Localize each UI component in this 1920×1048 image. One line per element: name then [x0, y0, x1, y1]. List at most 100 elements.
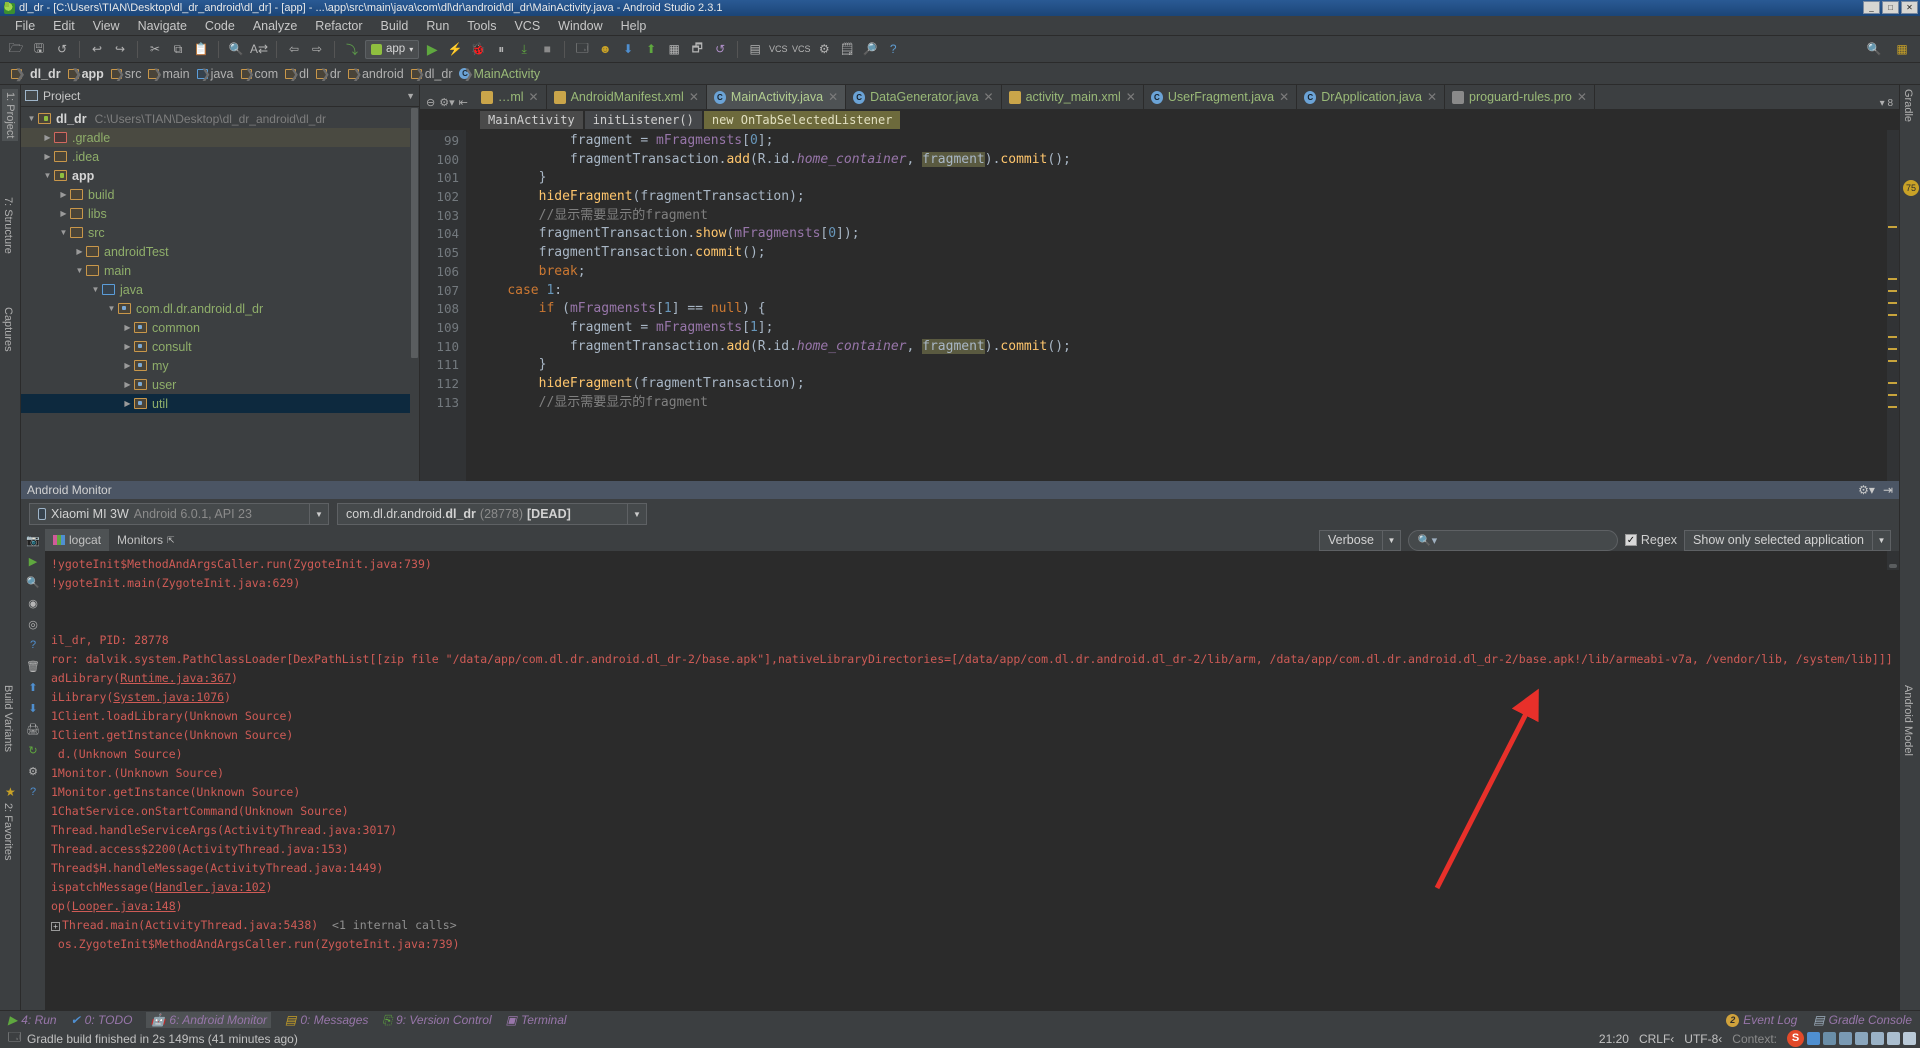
tree-row[interactable]: ▶ consult	[21, 337, 410, 356]
screenshot-icon[interactable]: 📷	[25, 533, 41, 547]
app-filter-selector[interactable]: Show only selected application ▼	[1684, 529, 1891, 551]
stack-link[interactable]: Runtime.java:367	[120, 671, 231, 685]
scrollbar-thumb[interactable]	[1889, 564, 1897, 569]
tool-window-android-monitor[interactable]: 🤖 6: Android Monitor	[146, 1012, 272, 1028]
tree-collapse-icon[interactable]: ▼	[25, 114, 38, 123]
code-line[interactable]: fragmentTransaction.commit();	[466, 244, 1899, 263]
tree-collapse-icon[interactable]: ▼	[73, 266, 86, 275]
clear-logcat-icon[interactable]: 🗑	[25, 659, 41, 673]
tool-window-todo[interactable]: ✔ 0: TODO	[71, 1013, 133, 1027]
layout-inspector-icon[interactable]: 🔍	[25, 575, 41, 589]
status-encoding[interactable]: UTF-8‹	[1684, 1032, 1722, 1046]
code-line[interactable]: fragment = mFragmensts[1];	[466, 319, 1899, 338]
logcat-scrollbar[interactable]	[1887, 551, 1899, 570]
sync-icon[interactable]: ↺	[52, 39, 72, 59]
tree-row[interactable]: ▶ common	[21, 318, 410, 337]
tree-row[interactable]: ▶ user	[21, 375, 410, 394]
run-icon[interactable]: ▶	[422, 39, 442, 59]
find-icon[interactable]: 🔍	[226, 39, 246, 59]
tree-expand-icon[interactable]: ▶	[121, 361, 134, 370]
run-configuration-selector[interactable]: app ▾	[365, 39, 420, 59]
ime-skin-icon[interactable]	[1887, 1032, 1900, 1045]
minimize-button[interactable]: _	[1863, 1, 1880, 14]
code-line[interactable]: fragmentTransaction.show(mFragmensts[0])…	[466, 225, 1899, 244]
scroll-down-icon[interactable]: ⬇	[25, 701, 41, 715]
tree-row[interactable]: ▼ app	[21, 166, 410, 185]
search-everywhere-right-icon[interactable]: 🔍	[1864, 39, 1884, 59]
breadcrumb-item-android[interactable]: android ❯	[345, 67, 407, 81]
log-line[interactable]: 1Monitor.(Unknown Source)	[51, 764, 1899, 783]
search-everywhere-icon[interactable]: 🔎	[860, 39, 880, 59]
code-line[interactable]: if (mFragmensts[1] == null) {	[466, 300, 1899, 319]
stack-link[interactable]: System.java:1076	[113, 690, 224, 704]
structure-crumb-anon[interactable]: new OnTabSelectedListener	[703, 111, 901, 129]
tool-window-event-log[interactable]: 2 Event Log	[1726, 1013, 1797, 1027]
log-line[interactable]: Thread$H.handleMessage(ActivityThread.ja…	[51, 859, 1899, 878]
ime-punct-icon[interactable]	[1823, 1032, 1836, 1045]
tree-collapse-icon[interactable]: ▼	[105, 304, 118, 313]
replace-icon[interactable]: A⇄	[249, 39, 269, 59]
log-line[interactable]: 1Monitor.getInstance(Unknown Source)	[51, 783, 1899, 802]
logcat-output[interactable]: !ygoteInit$MethodAndArgsCaller.run(Zygot…	[45, 551, 1899, 1010]
code-line[interactable]: fragmentTransaction.add(R.id.home_contai…	[466, 151, 1899, 170]
debug-icon[interactable]: 🐞	[468, 39, 488, 59]
tool-window-terminal[interactable]: ▣ Terminal	[506, 1013, 567, 1027]
tree-expand-icon[interactable]: ▶	[73, 247, 86, 256]
log-line[interactable]: Thread.access$2200(ActivityThread.java:1…	[51, 840, 1899, 859]
settings-gear-icon[interactable]: ⚙	[25, 764, 41, 778]
editor-tab-mainactivity[interactable]: C MainActivity.java ✕	[706, 85, 847, 109]
code-line[interactable]: //显示需要显示的fragment	[466, 207, 1899, 226]
tree-row[interactable]: ▼ dl_dr C:\Users\TIAN\Desktop\dl_dr_androi…	[21, 109, 410, 128]
open-icon[interactable]: 🗁	[6, 39, 26, 59]
close-tab-icon[interactable]: ✕	[1126, 90, 1136, 104]
tree-row[interactable]: ▶ .idea	[21, 147, 410, 166]
editor-tab-androidmanifest[interactable]: AndroidManifest.xml ✕	[546, 85, 707, 109]
breadcrumb-item-dl_dr-pkg[interactable]: dl_dr ❯	[408, 67, 456, 81]
system-info-icon[interactable]: ◉	[25, 596, 41, 610]
editor-source-text[interactable]: fragment = mFragmensts[0]; fragmentTrans…	[466, 130, 1899, 481]
commit-icon[interactable]: ⬆	[641, 39, 661, 59]
rail-tab-project[interactable]: 1: Project	[2, 89, 18, 142]
chevron-down-icon[interactable]: ▼	[1381, 530, 1400, 550]
log-line[interactable]: d.(Unknown Source)	[51, 745, 1899, 764]
log-level-selector[interactable]: Verbose ▼	[1319, 529, 1401, 551]
stop-icon[interactable]: ■	[537, 39, 557, 59]
tree-row[interactable]: ▼ src	[21, 223, 410, 242]
log-line[interactable]	[51, 612, 1899, 631]
log-line[interactable]: ispatchMessage(Handler.java:102)	[51, 878, 1899, 897]
revert-icon[interactable]: ↺	[710, 39, 730, 59]
tree-row[interactable]: ▼ com.dl.dr.android.dl_dr	[21, 299, 410, 318]
log-line[interactable]: op(Looper.java:148)	[51, 897, 1899, 916]
expand-stack-icon[interactable]: +	[51, 922, 60, 931]
device-monitor-icon[interactable]: 🗗	[687, 39, 707, 59]
breadcrumb-item-dl_dr-root[interactable]: dl_dr ❯	[8, 67, 64, 81]
tree-row[interactable]: ▶ .gradle	[21, 128, 410, 147]
close-tab-icon[interactable]: ✕	[828, 90, 838, 104]
editor-tab-datagenerator[interactable]: C DataGenerator.java ✕	[846, 85, 1002, 109]
menu-navigate[interactable]: Navigate	[129, 17, 196, 35]
code-line[interactable]: hideFragment(fragmentTransaction);	[466, 375, 1899, 394]
breadcrumb-item-com[interactable]: com ❯	[238, 67, 282, 81]
close-tab-icon[interactable]: ✕	[689, 90, 699, 104]
close-tab-icon[interactable]: ✕	[984, 90, 994, 104]
menu-code[interactable]: Code	[196, 17, 244, 35]
menu-file[interactable]: File	[6, 17, 44, 35]
menu-window[interactable]: Window	[549, 17, 611, 35]
close-tab-icon[interactable]: ✕	[1427, 90, 1437, 104]
device-selector[interactable]: Xiaomi MI 3W Android 6.0.1, API 23 ▼	[29, 503, 329, 525]
hide-panel-icon[interactable]: ⇥	[1883, 483, 1893, 497]
log-line[interactable]: 1Client.loadLibrary(Unknown Source)	[51, 707, 1899, 726]
vcs-icon-1[interactable]: VCS	[768, 39, 788, 59]
menu-analyze[interactable]: Analyze	[244, 17, 306, 35]
code-line[interactable]: }	[466, 169, 1899, 188]
screen-record-icon[interactable]: ▶	[25, 554, 41, 568]
menu-edit[interactable]: Edit	[44, 17, 84, 35]
tree-expand-icon[interactable]: ▶	[121, 399, 134, 408]
scrollbar-thumb[interactable]	[411, 108, 418, 358]
project-structure-icon[interactable]: ▤	[745, 39, 765, 59]
copy-icon[interactable]: ⧉	[168, 39, 188, 59]
rail-tab-android-model[interactable]: Android Model	[1902, 685, 1914, 756]
tree-expand-icon[interactable]: ▶	[121, 380, 134, 389]
tree-row[interactable]: ▶ libs	[21, 204, 410, 223]
menu-refactor[interactable]: Refactor	[306, 17, 371, 35]
